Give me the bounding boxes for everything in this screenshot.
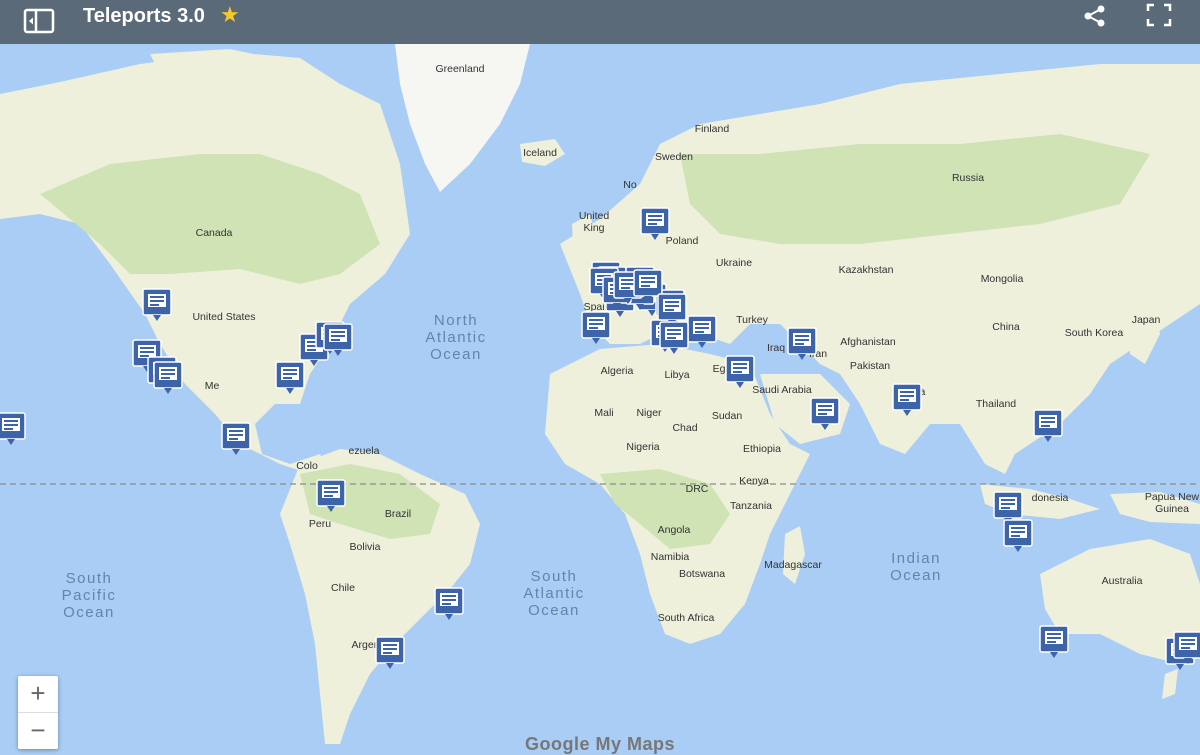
label-madagascar: Madagascar <box>764 559 822 571</box>
label-botswana: Botswana <box>679 568 725 580</box>
label-libya: Libya <box>664 369 689 381</box>
label-angola: Angola <box>658 524 691 536</box>
share-icon[interactable] <box>1082 4 1108 28</box>
zoom-controls: + − <box>18 676 58 749</box>
label-pakistan: Pakistan <box>850 360 890 372</box>
label-nigeria: Nigeria <box>626 441 659 453</box>
label-kazakhstan: Kazakhstan <box>839 264 894 276</box>
map-canvas[interactable]: GreenlandIcelandFinlandSwedenNoUnited Kin… <box>0 44 1200 748</box>
label-indian-ocean: Indian Ocean <box>890 550 942 584</box>
label-mongolia: Mongolia <box>981 273 1024 285</box>
zoom-in-button[interactable]: + <box>18 676 58 713</box>
label-canada: Canada <box>196 227 233 239</box>
label-saudi-arabia: Saudi Arabia <box>752 384 812 396</box>
label-south-africa: South Africa <box>658 612 715 624</box>
label-sudan: Sudan <box>712 410 743 422</box>
label-turkey: Turkey <box>736 314 768 326</box>
label-niger: Niger <box>636 407 662 419</box>
label-ukraine: Ukraine <box>716 257 752 269</box>
app-header: Teleports 3.0 ★ <box>0 0 1200 44</box>
label-sweden: Sweden <box>655 151 693 163</box>
label-mexico: Me <box>205 380 220 392</box>
label-chad: Chad <box>672 422 697 434</box>
label-afghanistan: Afghanistan <box>840 336 896 348</box>
star-icon[interactable]: ★ <box>220 3 240 27</box>
google-my-maps-logo: Google My Maps <box>525 734 676 754</box>
label-south-atlantic: South Atlantic Ocean <box>523 568 584 619</box>
label-peru: Peru <box>309 518 331 530</box>
label-algeria: Algeria <box>601 365 634 377</box>
label-poland: Poland <box>666 235 699 247</box>
label-tanzania: Tanzania <box>730 500 772 512</box>
label-namibia: Namibia <box>651 551 690 563</box>
label-australia: Australia <box>1102 575 1143 587</box>
label-venezuela: ezuela <box>349 445 380 457</box>
fullscreen-icon[interactable] <box>1146 3 1172 27</box>
label-mali: Mali <box>594 407 613 419</box>
label-chile: Chile <box>331 582 355 594</box>
label-united-states: United States <box>192 311 255 323</box>
label-norway: No <box>623 179 637 191</box>
label-thailand: Thailand <box>976 398 1016 410</box>
label-finland: Finland <box>695 123 730 135</box>
label-indonesia: donesia <box>1032 492 1069 504</box>
label-kenya: Kenya <box>739 475 769 487</box>
label-north-atlantic: North Atlantic Ocean <box>425 312 486 363</box>
label-russia: Russia <box>952 172 984 184</box>
label-south-pacific: South Pacific Ocean <box>62 570 117 621</box>
label-japan: Japan <box>1132 314 1161 326</box>
label-south-korea: South Korea <box>1065 327 1124 339</box>
label-ethiopia: Ethiopia <box>743 443 781 455</box>
label-bolivia: Bolivia <box>350 541 381 553</box>
label-brazil: Brazil <box>385 508 411 520</box>
label-china: China <box>992 321 1020 333</box>
label-iraq: Iraq <box>767 342 785 354</box>
label-colombia: Colo <box>296 460 318 472</box>
zoom-out-button[interactable]: − <box>18 713 58 749</box>
world-map[interactable]: Greenland Iceland Finland Sweden No United Kin… <box>0 44 1200 748</box>
map-title: Teleports 3.0 <box>83 5 205 27</box>
label-drc: DRC <box>686 483 709 495</box>
label-greenland: Greenland <box>435 63 484 75</box>
side-panel-icon[interactable] <box>22 6 56 36</box>
label-iceland: Iceland <box>523 147 557 159</box>
